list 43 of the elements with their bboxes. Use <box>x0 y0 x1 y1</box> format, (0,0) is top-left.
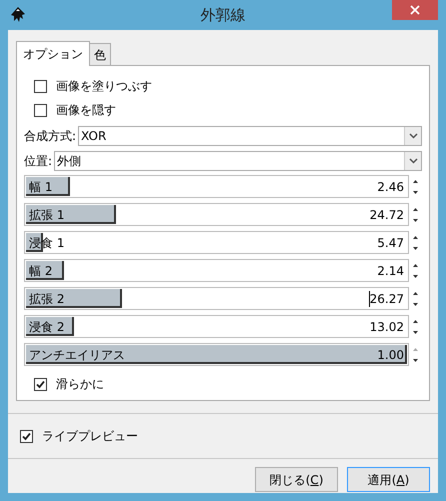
tab[interactable]: オプション <box>16 41 90 66</box>
checkbox-label: ライブプレビュー <box>42 428 138 445</box>
slider-value: 26.27 <box>370 290 405 308</box>
dropdown[interactable]: XOR <box>78 126 422 146</box>
slider-label: 浸食 2 <box>28 318 64 336</box>
slider-label: 拡張 1 <box>28 206 64 224</box>
slider-track[interactable]: アンチエイリアス 1.00 <box>24 343 409 366</box>
chevron-down-icon <box>408 158 418 164</box>
window-title: 外郭線 <box>200 4 246 26</box>
checkmark-icon <box>36 380 45 388</box>
slider-track[interactable]: 幅 1 2.46 <box>24 175 409 198</box>
checkbox[interactable] <box>20 430 33 442</box>
tab[interactable]: 色 <box>90 43 111 65</box>
app-icon <box>9 6 27 24</box>
slider-value: 1.00 <box>377 346 405 364</box>
slider-track[interactable]: 拡張 2 26.27 <box>24 287 409 310</box>
slider-label: 幅 1 <box>28 178 52 196</box>
checkmark-icon <box>22 432 31 440</box>
slider-value: 2.14 <box>377 262 405 280</box>
dropdown-label: 位置: <box>24 153 54 170</box>
dialog-button[interactable]: 閉じる(C) <box>255 467 338 492</box>
close-icon <box>410 5 420 15</box>
slider-value: 13.02 <box>370 318 405 336</box>
checkbox[interactable] <box>34 104 47 116</box>
dropdown[interactable]: 外側 <box>54 151 422 171</box>
checkbox-label: 画像を隠す <box>56 102 116 119</box>
slider-value: 5.47 <box>377 234 405 252</box>
slider-label: 拡張 2 <box>28 290 64 308</box>
slider-value: 24.72 <box>370 206 405 224</box>
close-button[interactable] <box>392 0 438 20</box>
checkbox-label: 画像を塗りつぶす <box>56 78 152 95</box>
slider-track[interactable]: 拡張 1 24.72 <box>24 203 409 226</box>
dialog-button[interactable]: 適用(A) <box>347 467 430 492</box>
slider-label: アンチエイリアス <box>28 346 125 364</box>
dropdown-label: 合成方式: <box>24 128 78 145</box>
slider-track[interactable]: 幅 2 2.14 <box>24 259 409 282</box>
checkbox[interactable] <box>34 80 47 92</box>
slider-track[interactable]: 浸食 2 13.02 <box>24 315 409 338</box>
slider-value: 2.46 <box>377 178 405 196</box>
checkbox[interactable] <box>34 378 47 390</box>
checkbox-label: 滑らかに <box>56 376 104 393</box>
slider-label: 幅 2 <box>28 262 52 280</box>
chevron-down-icon <box>408 133 418 139</box>
